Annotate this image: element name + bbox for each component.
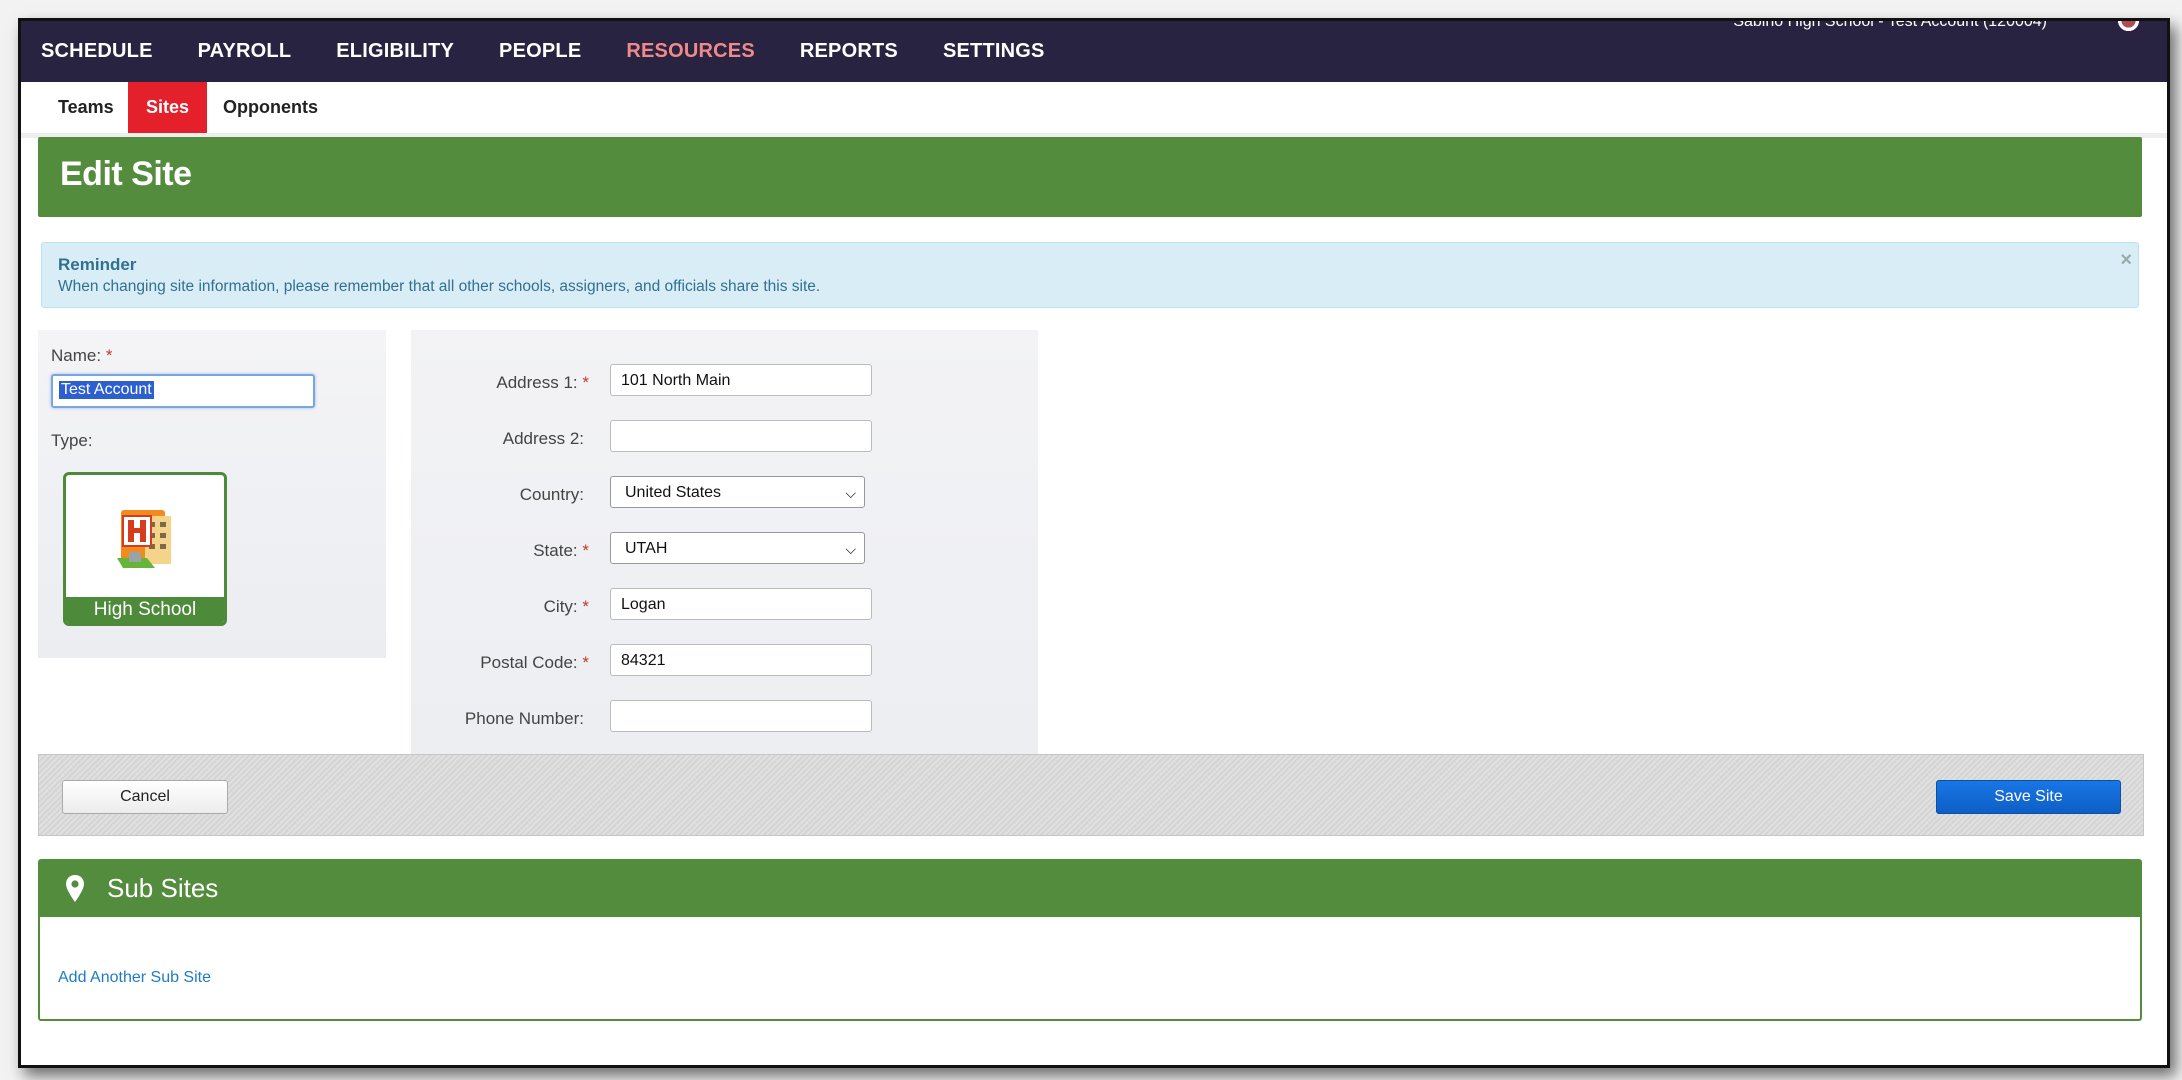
address2-label: Address 2: [502, 429, 584, 448]
required-marker: * [582, 597, 589, 616]
menu-reports[interactable]: REPORTS [800, 40, 898, 63]
required-marker: * [582, 373, 589, 392]
menu-eligibility[interactable]: ELIGIBILITY [336, 40, 454, 63]
state-row: State: * UTAH ⌵ [411, 532, 1038, 568]
app-window: SCHEDULE PAYROLL ELIGIBILITY PEOPLE RESO… [18, 18, 2170, 1068]
country-label: Country: [519, 485, 584, 504]
country-select-value: United States [625, 484, 722, 501]
name-field-value: Test Account [59, 381, 154, 399]
alert-message: When changing site information, please r… [58, 278, 821, 295]
type-high-school-card[interactable]: High School [63, 472, 227, 626]
city-input[interactable]: Logan [610, 588, 872, 620]
postal-code-label: Postal Code: * [480, 653, 589, 672]
required-marker: * [582, 653, 589, 672]
school-building-icon [117, 510, 171, 568]
address1-label: Address 1: * [496, 373, 589, 392]
account-label[interactable]: Sabino High School - Test Account (12000… [1733, 21, 2047, 31]
postal-code-row: Postal Code: * 84321 [411, 644, 1038, 680]
menu-payroll[interactable]: PAYROLL [198, 40, 292, 63]
city-row: City: * Logan [411, 588, 1038, 624]
state-select[interactable]: UTAH ⌵ [610, 532, 865, 564]
page-header: Edit Site [38, 137, 2142, 217]
top-navigation: SCHEDULE PAYROLL ELIGIBILITY PEOPLE RESO… [21, 21, 2167, 82]
add-sub-site-link[interactable]: Add Another Sub Site [58, 969, 211, 987]
tab-teams[interactable]: Teams [40, 82, 132, 133]
state-select-value: UTAH [625, 540, 668, 557]
state-label: State: * [533, 541, 589, 560]
alert-title: Reminder [58, 255, 137, 274]
city-label: City: * [543, 597, 589, 616]
postal-code-input[interactable]: 84321 [610, 644, 872, 676]
phone-label: Phone Number: [464, 709, 584, 728]
required-marker: * [105, 346, 113, 365]
sub-sites-header: Sub Sites [40, 861, 2140, 917]
name-type-panel: Name: * Test Account Type: High School [38, 330, 386, 658]
country-row: Country: United States ⌵ [411, 476, 1038, 512]
type-label: Type: [51, 431, 93, 450]
map-pin-icon [66, 875, 84, 902]
page-title: Edit Site [60, 155, 192, 193]
address2-row: Address 2: [411, 420, 1038, 456]
name-label: Name: * [51, 346, 113, 365]
menu-people[interactable]: PEOPLE [499, 40, 581, 63]
menu-resources[interactable]: RESOURCES [626, 40, 755, 63]
sub-sites-title: Sub Sites [107, 873, 219, 903]
address1-input[interactable]: 101 North Main [610, 364, 872, 396]
address1-row: Address 1: * 101 North Main [411, 364, 1038, 400]
address-panel: Address 1: * 101 North Main Address 2: C… [411, 330, 1038, 757]
country-select[interactable]: United States ⌵ [610, 476, 865, 508]
required-marker: * [582, 541, 589, 560]
main-menu: SCHEDULE PAYROLL ELIGIBILITY PEOPLE RESO… [21, 21, 1070, 82]
phone-input[interactable] [610, 700, 872, 732]
type-caption: High School [66, 597, 224, 623]
sub-navigation: Teams Sites Opponents [21, 82, 2167, 138]
save-site-button[interactable]: Save Site [1936, 780, 2121, 814]
action-bar: Cancel Save Site [38, 754, 2144, 836]
sub-sites-panel: Sub Sites Add Another Sub Site [38, 859, 2142, 1021]
menu-settings[interactable]: SETTINGS [943, 40, 1045, 63]
reminder-alert: Reminder When changing site information,… [41, 242, 2139, 308]
phone-row: Phone Number: [411, 700, 1038, 736]
chevron-down-icon: ⌵ [845, 541, 856, 557]
user-avatar[interactable] [2115, 21, 2145, 37]
cancel-button[interactable]: Cancel [62, 780, 228, 814]
tab-sites[interactable]: Sites [128, 82, 208, 133]
chevron-down-icon: ⌵ [845, 485, 856, 501]
menu-schedule[interactable]: SCHEDULE [41, 40, 153, 63]
address2-input[interactable] [610, 420, 872, 452]
name-field[interactable]: Test Account [51, 374, 315, 408]
tab-opponents[interactable]: Opponents [205, 82, 336, 133]
close-icon[interactable]: × [2120, 249, 2132, 272]
